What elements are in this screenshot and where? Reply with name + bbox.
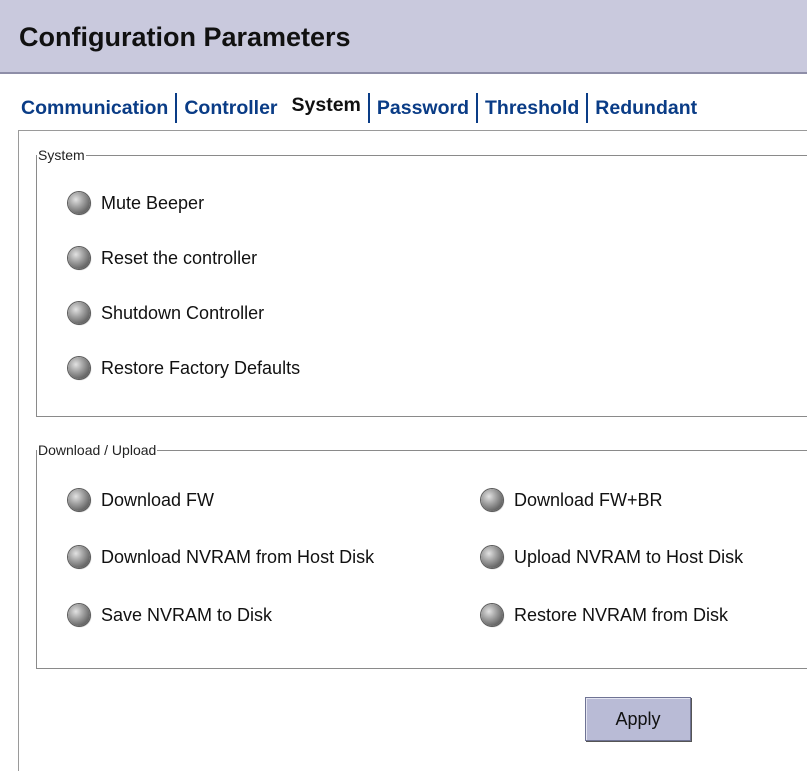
header-bar: Configuration Parameters: [0, 0, 807, 74]
radio-button-icon[interactable]: [68, 357, 90, 379]
option-label: Shutdown Controller: [101, 302, 265, 323]
option-label: Restore NVRAM from Disk: [514, 604, 729, 625]
tab-bar: Communication Controller System Password…: [19, 93, 704, 125]
radio-button-icon[interactable]: [481, 546, 503, 568]
restore-nvram-option[interactable]: Restore NVRAM from Disk: [481, 604, 728, 626]
tab-controller[interactable]: Controller: [177, 93, 284, 125]
option-label: Upload NVRAM to Host Disk: [514, 546, 744, 567]
option-label: Restore Factory Defaults: [101, 357, 301, 378]
option-label: Save NVRAM to Disk: [101, 604, 273, 625]
tab-password[interactable]: Password: [370, 93, 476, 125]
download-nvram-option[interactable]: Download NVRAM from Host Disk: [68, 546, 374, 568]
mute-beeper-option[interactable]: Mute Beeper: [68, 192, 204, 214]
tab-threshold[interactable]: Threshold: [478, 93, 586, 125]
radio-button-icon[interactable]: [481, 604, 503, 626]
radio-button-icon[interactable]: [68, 546, 90, 568]
option-label: Reset the controller: [101, 247, 258, 268]
shutdown-controller-option[interactable]: Shutdown Controller: [68, 302, 264, 324]
radio-button-icon[interactable]: [68, 604, 90, 626]
upload-nvram-option[interactable]: Upload NVRAM to Host Disk: [481, 546, 743, 568]
radio-button-icon[interactable]: [481, 489, 503, 511]
radio-button-icon[interactable]: [68, 192, 90, 214]
tab-system[interactable]: System: [285, 90, 368, 125]
radio-button-icon[interactable]: [68, 489, 90, 511]
restore-factory-defaults-option[interactable]: Restore Factory Defaults: [68, 357, 300, 379]
reset-controller-option[interactable]: Reset the controller: [68, 247, 257, 269]
apply-button[interactable]: Apply: [585, 697, 691, 741]
download-fw-br-option[interactable]: Download FW+BR: [481, 489, 663, 511]
tab-redundant[interactable]: Redundant: [588, 93, 704, 125]
download-upload-group-legend: Download / Upload: [38, 442, 157, 458]
tab-communication[interactable]: Communication: [19, 93, 175, 125]
system-group-legend: System: [38, 147, 85, 163]
save-nvram-option[interactable]: Save NVRAM to Disk: [68, 604, 272, 626]
page-title: Configuration Parameters: [19, 22, 351, 52]
option-label: Download FW: [101, 489, 215, 510]
radio-button-icon[interactable]: [68, 247, 90, 269]
option-label: Mute Beeper: [101, 192, 205, 213]
option-label: Download NVRAM from Host Disk: [101, 546, 375, 567]
download-fw-option[interactable]: Download FW: [68, 489, 214, 511]
option-label: Download FW+BR: [514, 489, 663, 510]
radio-button-icon[interactable]: [68, 302, 90, 324]
